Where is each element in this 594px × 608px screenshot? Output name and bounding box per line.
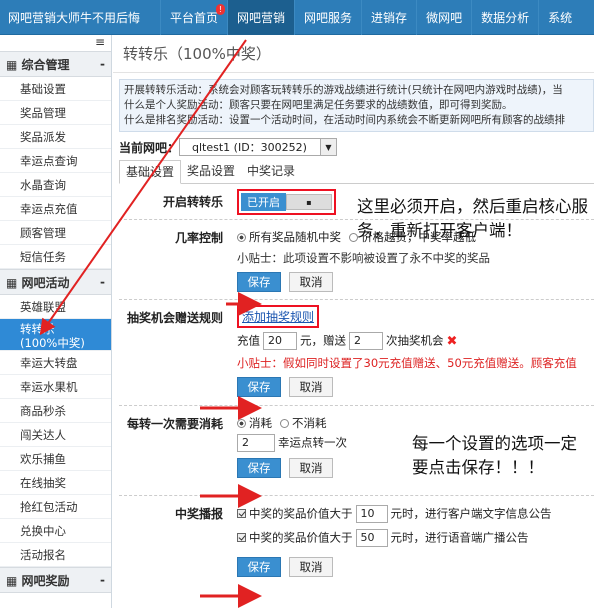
annotation-arrows <box>39 39 262 608</box>
arrow-to-sidebar-icon <box>39 39 247 336</box>
